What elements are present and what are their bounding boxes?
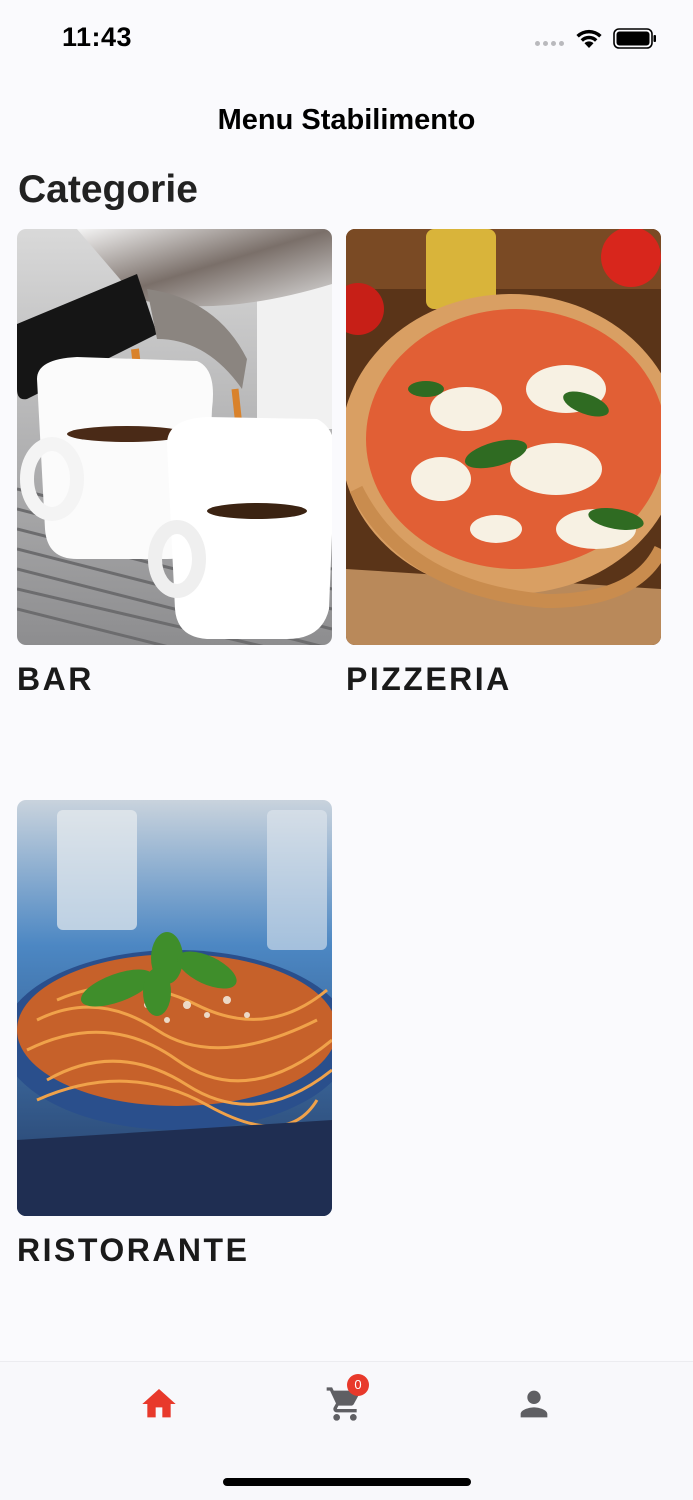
status-bar: 11:43 [0,0,693,76]
cellular-signal-icon [535,41,564,46]
category-card-ristorante[interactable]: RISTORANTE [17,800,332,1269]
tab-profile[interactable] [514,1384,554,1424]
pizzeria-image [346,229,661,645]
bar-image [17,229,332,645]
ristorante-image [17,800,332,1216]
cart-badge: 0 [347,1374,369,1396]
section-title: Categorie [18,168,198,211]
home-indicator[interactable] [223,1478,471,1486]
category-label: BAR [17,661,94,697]
category-label: RISTORANTE [17,1232,250,1268]
tab-home[interactable] [139,1384,179,1424]
wifi-icon [576,29,602,48]
battery-icon [613,28,656,49]
person-icon [520,1390,548,1418]
tab-cart[interactable]: 0 [325,1374,369,1424]
home-icon [142,1389,176,1418]
page-title: Menu Stabilimento [217,104,476,136]
status-time: 11:43 [62,22,133,52]
category-label: PIZZERIA [346,661,512,697]
category-card-bar[interactable]: BAR [17,229,332,698]
category-card-pizzeria[interactable]: PIZZERIA [346,229,661,698]
